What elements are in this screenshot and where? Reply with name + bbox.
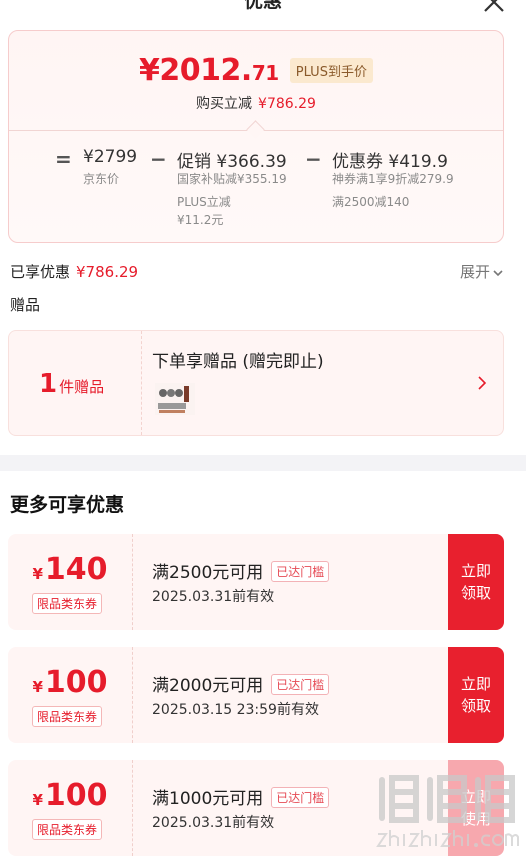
divider <box>9 120 503 139</box>
coupon-threshold-detail: 满2500减140 <box>332 195 410 209</box>
coupon-perforation <box>132 647 133 743</box>
more-discounts-title: 更多可享优惠 <box>10 494 125 516</box>
chevron-down-icon <box>493 269 503 276</box>
expand-button[interactable]: 展开 <box>460 261 504 282</box>
plus-price-tag: PLUS到手价 <box>289 58 373 83</box>
equals-sign: = <box>55 147 72 171</box>
minus-sign: − <box>150 147 167 171</box>
gift-card[interactable]: 1 件赠品 下单享赠品 (赠完即止) <box>8 330 504 436</box>
threshold-badge: 已达门槛 <box>271 787 330 808</box>
plus-discount-label: PLUS立减 <box>177 195 231 209</box>
national-subsidy: 国家补贴减¥355.19 <box>177 172 287 186</box>
plus-discount-amount: ¥11.2元 <box>177 213 224 227</box>
coupon-expiry: 2025.03.15 23:59前有效 <box>152 702 319 718</box>
coupon-card: ¥140 限品类东券 满2500元可用 已达门槛 2025.03.31前有效 立即… <box>8 534 504 630</box>
jd-price: ¥2799 <box>83 147 138 167</box>
price-summary-card: ¥2012.71 PLUS到手价 购买立减 ¥786.29 = ¥2799 京东价… <box>8 30 504 243</box>
final-price: ¥2012.71 <box>139 53 279 88</box>
divider <box>141 331 142 435</box>
coupon-value-panel: ¥100 限品类东券 <box>8 647 132 743</box>
coupon-value-panel: ¥140 限品类东券 <box>8 534 132 630</box>
coupon-value: ¥100 <box>32 665 108 700</box>
site-watermark <box>372 768 522 854</box>
coupon-type-tag: 限品类东券 <box>32 593 103 614</box>
coupon-value-panel: ¥100 限品类东券 <box>8 760 132 856</box>
gift-thumbnail <box>155 383 195 415</box>
section-separator <box>0 455 526 471</box>
chevron-right-icon <box>477 375 487 395</box>
claim-coupon-button[interactable]: 立即领取 <box>448 647 504 743</box>
coupon-type-tag: 限品类东券 <box>32 706 103 727</box>
close-icon[interactable] <box>482 0 506 14</box>
coupon-perforation <box>132 534 133 630</box>
discount-sheet: 优惠 ¥2012.71 PLUS到手价 购买立减 ¥786.29 = ¥2799 … <box>0 0 526 857</box>
coupon-expiry: 2025.03.31前有效 <box>152 815 275 831</box>
coupon-type-tag: 限品类东券 <box>32 819 103 840</box>
threshold-badge: 已达门槛 <box>271 561 330 582</box>
jd-price-label: 京东价 <box>83 172 120 186</box>
final-price-row: ¥2012.71 PLUS到手价 <box>9 53 503 88</box>
coupon-value: ¥100 <box>32 778 108 813</box>
super-coupon-detail: 神券满1享9折减279.9 <box>332 172 454 186</box>
gift-title: 下单享赠品 (赠完即止) <box>152 352 324 372</box>
coupon-condition: 满2000元可用 已达门槛 <box>152 671 330 696</box>
coupon-condition: 满2500元可用 已达门槛 <box>152 558 330 583</box>
gift-count: 1 件赠品 <box>39 369 105 399</box>
coupon-discount: 优惠券 ¥419.9 <box>332 152 448 172</box>
coupon-card: ¥100 限品类东券 满2000元可用 已达门槛 2025.03.15 23:59… <box>8 647 504 743</box>
coupon-perforation <box>132 760 133 856</box>
coupon-value: ¥140 <box>32 552 108 587</box>
sheet-title: 优惠 <box>243 0 282 12</box>
enjoyed-discount: 已享优惠 ¥786.29 <box>10 263 139 281</box>
purchase-discount: 购买立减 ¥786.29 <box>196 96 316 112</box>
coupon-condition: 满1000元可用 已达门槛 <box>152 784 330 809</box>
claim-coupon-button[interactable]: 立即领取 <box>448 534 504 630</box>
promo-discount: 促销 ¥366.39 <box>177 152 287 172</box>
gifts-section-title: 赠品 <box>10 296 41 314</box>
coupon-expiry: 2025.03.31前有效 <box>152 589 275 605</box>
threshold-badge: 已达门槛 <box>271 674 330 695</box>
minus-sign: − <box>305 147 322 171</box>
